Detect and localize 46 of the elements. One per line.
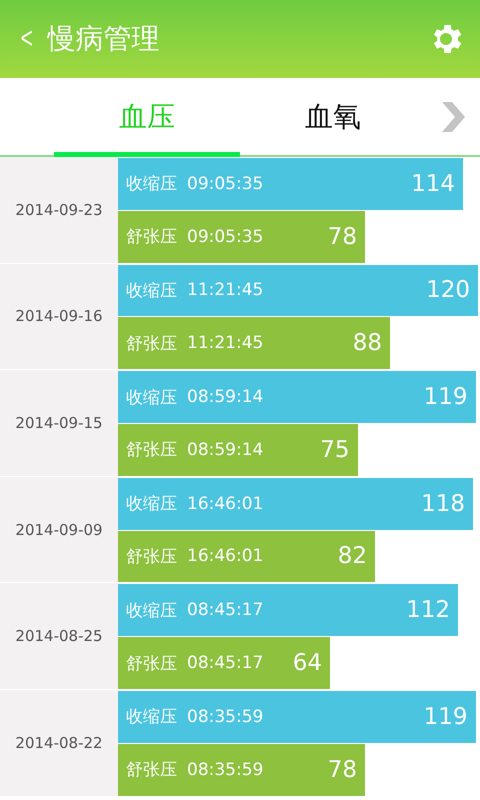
- reading-label: 收缩压: [126, 493, 177, 516]
- reading-time: 16:46:01: [187, 546, 264, 566]
- reading-label: 收缩压: [126, 386, 177, 409]
- reading-time: 08:35:59: [187, 706, 264, 727]
- reading-time: 08:59:14: [187, 440, 264, 460]
- reading-value: 64: [292, 650, 322, 676]
- reading-label: 舒张压: [126, 546, 177, 568]
- reading-label: 舒张压: [126, 332, 177, 355]
- reading-value: 119: [424, 704, 468, 730]
- reading-time: 08:45:17: [187, 653, 264, 674]
- date-label: 2014-09-16: [15, 307, 103, 326]
- reading-label: 收缩压: [126, 280, 177, 302]
- reading-value: 120: [426, 277, 470, 304]
- reading-label: 收缩压: [126, 173, 177, 196]
- reading-value: 78: [328, 756, 357, 783]
- reading-label: 舒张压: [126, 759, 177, 782]
- reading-time: 16:46:01: [187, 494, 264, 514]
- date-label: 2014-08-25: [15, 627, 103, 646]
- reading-label: 舒张压: [126, 439, 177, 462]
- reading-time: 11:21:45: [187, 333, 264, 354]
- reading-label: 收缩压: [126, 600, 177, 622]
- reading-time: 08:59:14: [187, 387, 264, 408]
- reading-label: 舒张压: [126, 226, 177, 248]
- page-title: 慢病管理: [48, 21, 161, 57]
- next-arrow-icon[interactable]: [440, 102, 466, 132]
- tab[interactable]: 血氧: [240, 78, 426, 157]
- reading-label: 舒张压: [126, 652, 177, 675]
- reading-label: 收缩压: [126, 706, 177, 728]
- reading-value: 75: [320, 436, 350, 463]
- back-button[interactable]: <: [20, 22, 33, 56]
- reading-value: 112: [406, 597, 450, 624]
- date-label: 2014-08-22: [15, 734, 103, 752]
- reading-value: 114: [411, 170, 455, 197]
- date-label: 2014-09-23: [15, 200, 103, 219]
- reading-value: 78: [328, 224, 357, 250]
- date-label: 2014-09-15: [15, 414, 103, 432]
- reading-value: 119: [424, 384, 468, 410]
- date-label: 2014-09-09: [15, 520, 103, 539]
- reading-value: 118: [421, 490, 465, 517]
- reading-time: 09:05:35: [187, 226, 264, 247]
- reading-time: 08:45:17: [187, 600, 264, 620]
- reading-time: 11:21:45: [187, 280, 264, 300]
- reading-value: 88: [352, 330, 382, 356]
- reading-time: 08:35:59: [187, 760, 264, 780]
- reading-value: 82: [338, 543, 367, 570]
- reading-time: 09:05:35: [187, 174, 264, 194]
